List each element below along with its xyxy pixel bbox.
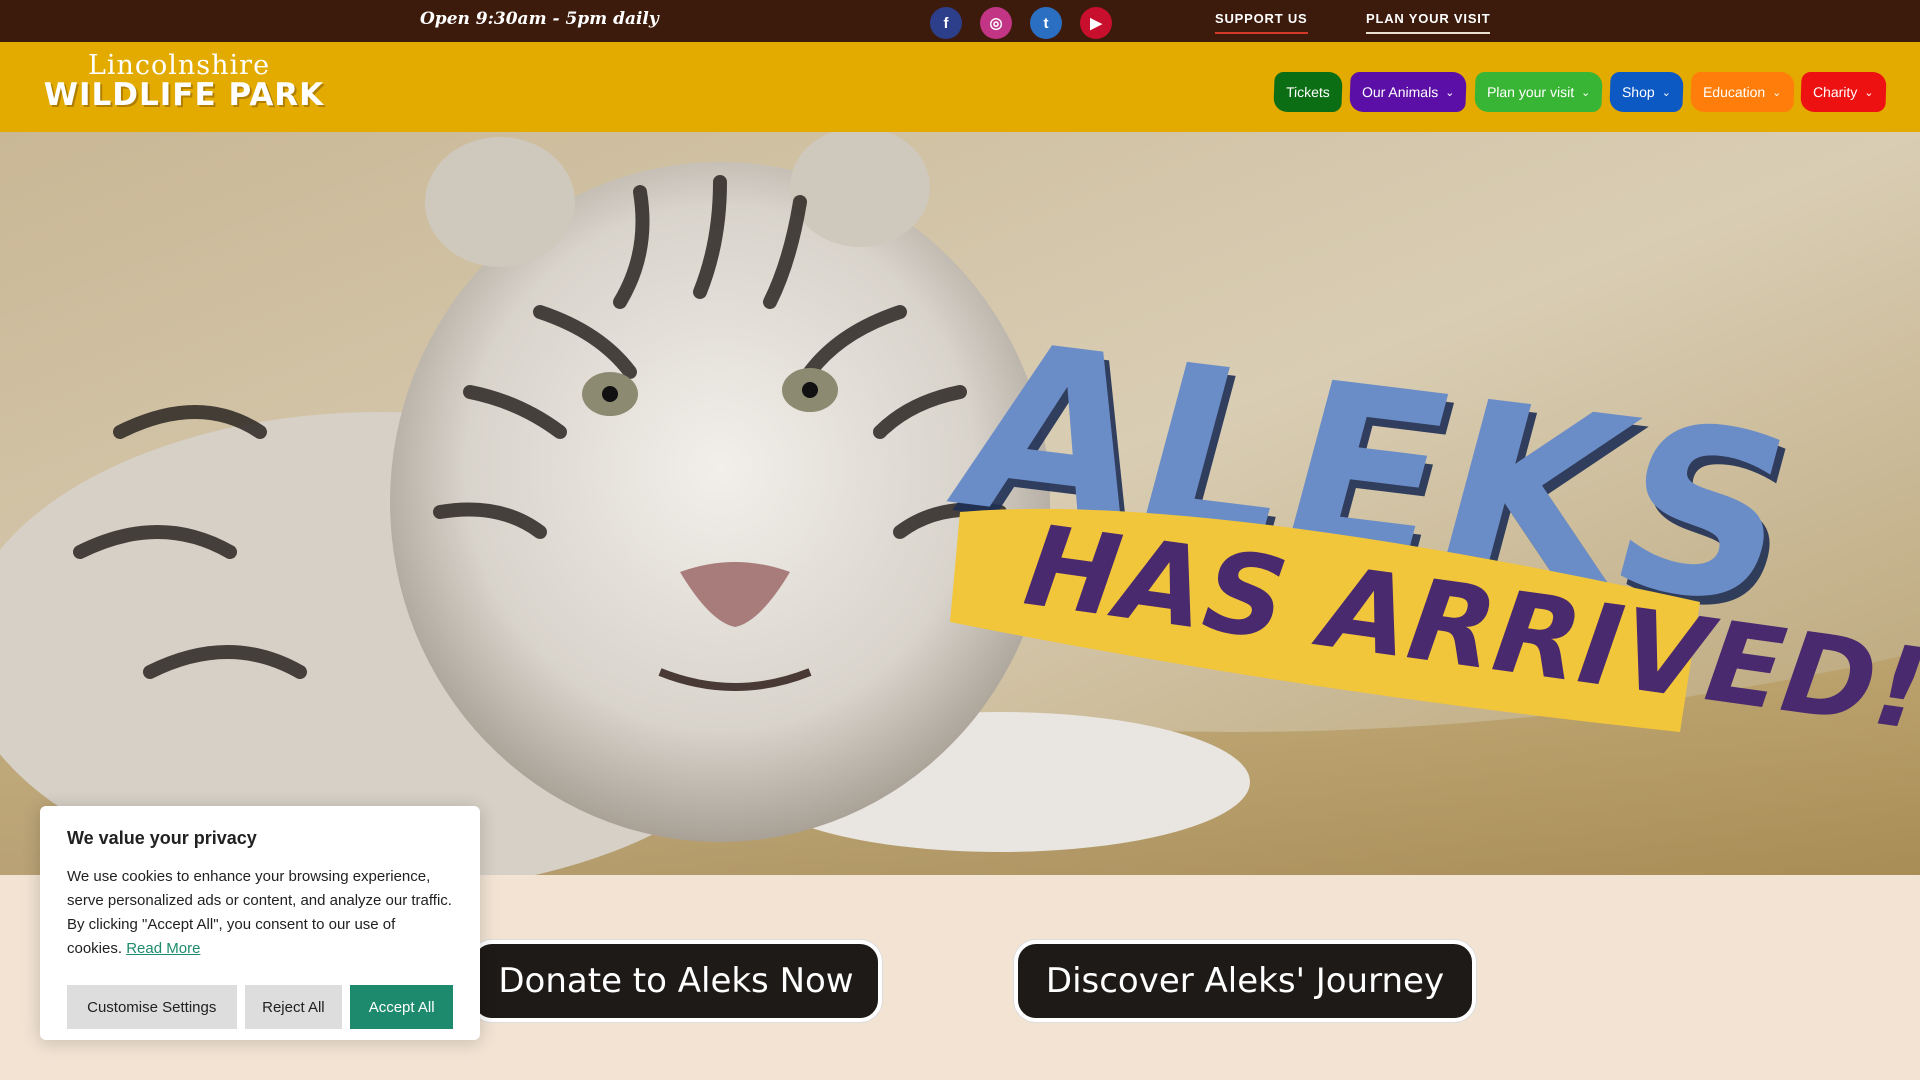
accept-all-button[interactable]: Accept All [350, 985, 453, 1029]
nav-item-label: Our Animals [1361, 84, 1439, 100]
chevron-down-icon: ⌄ [1771, 86, 1782, 99]
discover-journey-button[interactable]: Discover Aleks' Journey [1014, 940, 1476, 1022]
main-nav: Tickets Our Animals ⌄ Plan your visit ⌄ … [1273, 72, 1887, 112]
cookie-body: We use cookies to enhance your browsing … [67, 865, 453, 961]
reject-all-button[interactable]: Reject All [244, 985, 343, 1029]
top-bar: Open 9:30am - 5pm daily f ◎ t ▶ SUPPORT … [0, 0, 1920, 42]
twitter-icon[interactable]: t [1030, 7, 1062, 39]
instagram-icon[interactable]: ◎ [980, 7, 1012, 39]
facebook-icon[interactable]: f [930, 7, 962, 39]
nav-item-shop[interactable]: Shop ⌄ [1609, 72, 1684, 112]
chevron-down-icon: ⌄ [1445, 86, 1455, 99]
nav-item-our-animals[interactable]: Our Animals ⌄ [1349, 72, 1468, 112]
cookie-title: We value your privacy [67, 828, 257, 848]
youtube-icon[interactable]: ▶ [1080, 7, 1112, 39]
nav-item-charity[interactable]: Charity ⌄ [1800, 72, 1887, 112]
nav-item-plan-your-visit[interactable]: Plan your visit ⌄ [1473, 72, 1603, 112]
main-header: Lincolnshire WILDLIFE PARK Tickets Our A… [0, 42, 1920, 132]
cookie-body-text: We use cookies to enhance your browsing … [67, 868, 452, 957]
cookie-actions: Customise Settings Reject All Accept All [67, 985, 453, 1029]
nav-item-label: Shop [1621, 84, 1655, 100]
social-links: f ◎ t ▶ [930, 7, 1112, 39]
chevron-down-icon: ⌄ [1661, 86, 1672, 99]
hero-banner: ALEKS ALEKS HAS ARRIVED! [0, 132, 1920, 892]
plan-your-visit-link[interactable]: PLAN YOUR VISIT [1366, 11, 1491, 34]
read-more-link[interactable]: Read More [126, 940, 200, 957]
nav-item-education[interactable]: Education ⌄ [1690, 72, 1795, 112]
chevron-down-icon: ⌄ [1864, 86, 1875, 99]
nav-item-label: Education [1702, 84, 1766, 100]
support-us-link[interactable]: SUPPORT US [1215, 11, 1308, 34]
site-logo[interactable]: Lincolnshire WILDLIFE PARK [34, 50, 334, 113]
opening-hours: Open 9:30am - 5pm daily [420, 9, 659, 29]
nav-item-label: Charity [1813, 84, 1859, 100]
chevron-down-icon: ⌄ [1580, 86, 1591, 99]
tiger-ear [790, 132, 930, 247]
donate-button[interactable]: Donate to Aleks Now [470, 940, 882, 1022]
logo-line-2: WILDLIFE PARK [43, 77, 325, 113]
nav-item-label: Tickets [1286, 84, 1331, 100]
nav-item-tickets[interactable]: Tickets [1273, 72, 1343, 112]
tiger-ear [425, 137, 575, 267]
nav-item-label: Plan your visit [1486, 84, 1575, 100]
customise-settings-button[interactable]: Customise Settings [67, 985, 237, 1029]
hero-image: ALEKS ALEKS HAS ARRIVED! [0, 132, 1920, 892]
cookie-consent-dialog: We value your privacy We use cookies to … [40, 806, 480, 1040]
